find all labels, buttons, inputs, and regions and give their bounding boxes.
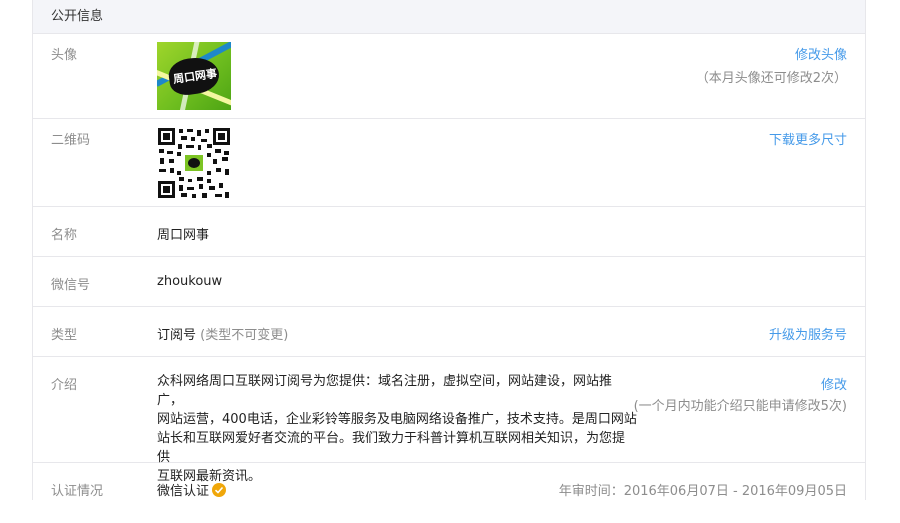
- type-note: (类型不可变更): [200, 328, 289, 343]
- panel-title: 公开信息: [33, 0, 865, 34]
- intro-label: 介绍: [51, 378, 78, 393]
- verification-value: 微信认证: [157, 484, 210, 499]
- intro-line: 众科网络周口互联网订阅号为您提供：域名注册，虚拟空间，网站建设，网站推广，: [157, 374, 613, 408]
- qrcode-image: [157, 127, 231, 199]
- account-name: 周口网事: [157, 228, 210, 243]
- verified-check-icon: [212, 483, 227, 497]
- verification-value-wrap: 微信认证: [157, 480, 227, 499]
- intro-limit-note: (一个月内功能介绍只能申请修改5次): [633, 399, 847, 414]
- type-value: 订阅号: [157, 328, 197, 343]
- avatar-row: 头像 周口网事 修改头像 （本月头像还可修改2次）: [33, 34, 865, 119]
- wechat-id-row: 微信号 zhoukouw: [33, 257, 865, 307]
- avatar-limit-note: （本月头像还可修改2次）: [695, 71, 847, 86]
- wechat-id-value: zhoukouw: [157, 274, 223, 289]
- type-value-wrap: 订阅号 (类型不可变更): [157, 324, 288, 343]
- qrcode-label: 二维码: [51, 133, 91, 148]
- name-label: 名称: [51, 228, 78, 243]
- wechat-id-label: 微信号: [51, 278, 91, 293]
- edit-intro-link[interactable]: 修改: [634, 374, 847, 393]
- qrcode-row: 二维码 下载更多尺寸: [33, 119, 865, 207]
- type-actions: 升级为服务号: [769, 324, 847, 343]
- type-row: 类型 订阅号 (类型不可变更) 升级为服务号: [33, 307, 865, 357]
- intro-row: 介绍 众科网络周口互联网订阅号为您提供：域名注册，虚拟空间，网站建设，网站推广，…: [33, 357, 865, 484]
- upgrade-to-service-link[interactable]: 升级为服务号: [769, 324, 847, 343]
- type-label: 类型: [51, 328, 78, 343]
- avatar-label: 头像: [51, 48, 78, 63]
- intro-actions: 修改 (一个月内功能介绍只能申请修改5次): [634, 374, 847, 414]
- public-info-panel: 公开信息 头像 周口网事 修改头像 （本月头像还可修改2次） 二维码 下载更多尺…: [32, 0, 866, 500]
- verification-label: 认证情况: [51, 484, 104, 499]
- intro-line: 站长和互联网爱好者交流的平台。我们致力于科普计算机互联网相关知识，为您提供: [157, 431, 626, 465]
- change-avatar-link[interactable]: 修改头像: [696, 44, 847, 63]
- avatar-image: 周口网事: [157, 42, 231, 110]
- review-time: 年审时间：2016年06月07日 - 2016年09月05日: [558, 484, 847, 499]
- download-more-sizes-link[interactable]: 下载更多尺寸: [769, 129, 847, 148]
- qrcode-actions: 下载更多尺寸: [769, 129, 847, 148]
- avatar-actions: 修改头像 （本月头像还可修改2次）: [696, 44, 847, 86]
- verification-row: 认证情况 微信认证 年审时间：2016年06月07日 - 2016年09月05日: [33, 463, 865, 523]
- name-row: 名称 周口网事: [33, 207, 865, 257]
- intro-line: 网站运营，400电话，企业彩铃等服务及电脑网络设备推广，技术支持。是周口网站: [157, 412, 637, 427]
